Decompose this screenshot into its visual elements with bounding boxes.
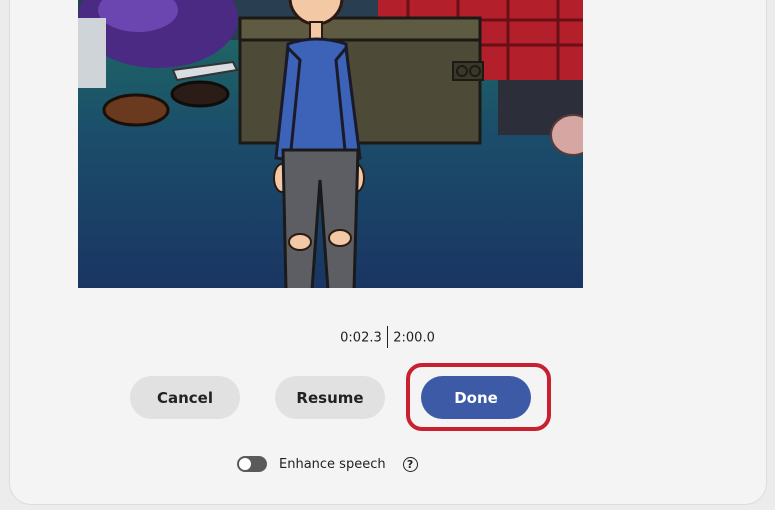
toggle-knob: [239, 458, 251, 470]
timecode: 0:02.3 2:00.0: [0, 326, 775, 349]
preview-image: [78, 0, 583, 288]
resume-button[interactable]: Resume: [275, 376, 385, 419]
toggle-switch-icon[interactable]: [237, 456, 267, 472]
question-circle-icon[interactable]: ?: [402, 456, 418, 472]
time-limit: 2:00.0: [393, 330, 435, 346]
done-button[interactable]: Done: [421, 376, 531, 419]
elapsed-time: 0:02.3: [340, 330, 382, 346]
timecode-divider: [386, 326, 389, 348]
enhance-speech-row: Enhance speech ?: [237, 456, 418, 472]
cancel-button[interactable]: Cancel: [130, 376, 240, 419]
enhance-speech-label: Enhance speech: [279, 456, 386, 472]
